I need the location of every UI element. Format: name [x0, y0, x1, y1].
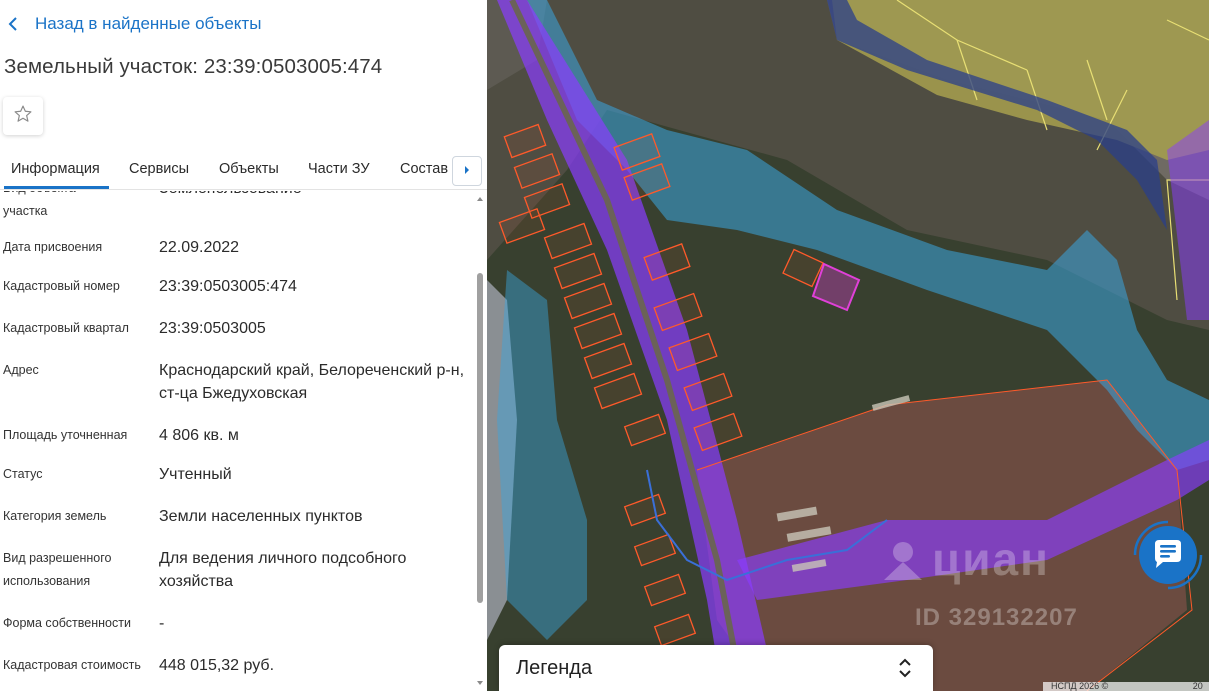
favorite-button[interactable]: [3, 97, 43, 135]
info-value: Краснодарский край, Белореченский р-н, с…: [159, 362, 465, 402]
tab-composition[interactable]: Состав: [400, 161, 448, 177]
scroll-down-arrow-icon[interactable]: [476, 679, 484, 687]
tab-info[interactable]: Информация: [4, 161, 109, 189]
info-list: Вид объекта участка Землепользование Дат…: [0, 191, 475, 691]
watermark-logo: циан: [880, 532, 1050, 586]
caret-right-icon: [463, 162, 471, 180]
back-to-results-link[interactable]: Назад в найденные объекты: [8, 12, 261, 36]
info-label: Кадастровый номер: [3, 279, 120, 293]
scrollbar-thumb[interactable]: [477, 273, 483, 603]
tabs-next-button[interactable]: [452, 156, 482, 186]
legend-panel-toggle[interactable]: Легенда: [499, 645, 933, 691]
info-value: 4 806 кв. м: [159, 427, 239, 444]
chat-button[interactable]: [1125, 512, 1209, 598]
map-view[interactable]: циан ID 329132207 Легенда НСПД 2026 © 20: [487, 0, 1209, 691]
info-label: Дата присвоения: [3, 240, 103, 254]
star-outline-icon: [13, 104, 33, 129]
info-value: Землепользование: [159, 191, 465, 200]
tab-parcel-parts[interactable]: Части ЗУ: [308, 161, 370, 177]
info-label: Форма собственности: [3, 616, 131, 630]
tab-bar: Информация Сервисы Объекты Части ЗУ Сост…: [0, 150, 487, 190]
info-label: участка: [3, 204, 48, 218]
watermark-id: ID 329132207: [915, 604, 1078, 631]
info-label: Площадь уточненная: [3, 428, 128, 442]
watermark-text: циан: [932, 533, 1050, 585]
info-value: -: [159, 615, 165, 632]
info-value: 23:39:0503005: [159, 320, 266, 337]
info-value: 23:39:0503005:474: [159, 278, 297, 295]
attribution-text-right: 20: [1192, 682, 1203, 691]
chevron-left-icon: [8, 12, 30, 36]
info-value: 448 015,32 руб.: [159, 657, 275, 674]
satellite-map-layer: [487, 0, 1209, 691]
info-label: Вид объекта: [3, 191, 143, 200]
info-label: Кадастровый квартал: [3, 321, 129, 335]
attribution-text: НСПД 2026 ©: [1051, 682, 1109, 691]
info-label: Кадастровая стоимость: [3, 658, 141, 672]
info-label: Адрес: [3, 363, 39, 377]
back-link-label: Назад в найденные объекты: [35, 14, 262, 33]
info-label: Вид разрешенного использования: [3, 551, 112, 588]
info-value: Учтенный: [159, 466, 232, 483]
info-value: Для ведения личного подсобного хозяйства: [159, 550, 407, 590]
info-label: Категория земель: [3, 509, 107, 523]
tab-services[interactable]: Сервисы: [129, 161, 189, 177]
map-attribution: НСПД 2026 © 20: [1043, 682, 1209, 691]
info-scrollbar[interactable]: [475, 191, 485, 691]
info-label: Статус: [3, 467, 43, 481]
page-title: Земельный участок: 23:39:0503005:474: [4, 55, 383, 78]
scroll-up-arrow-icon[interactable]: [476, 195, 484, 203]
watermark-mark-icon: [884, 542, 922, 580]
info-value: Земли населенных пунктов: [159, 508, 363, 525]
object-info-panel: Назад в найденные объекты Земельный учас…: [0, 0, 487, 691]
legend-title: Легенда: [516, 657, 593, 679]
tab-objects[interactable]: Объекты: [219, 161, 279, 177]
info-value: 22.09.2022: [159, 239, 240, 256]
chevron-up-down-icon: [899, 658, 911, 678]
